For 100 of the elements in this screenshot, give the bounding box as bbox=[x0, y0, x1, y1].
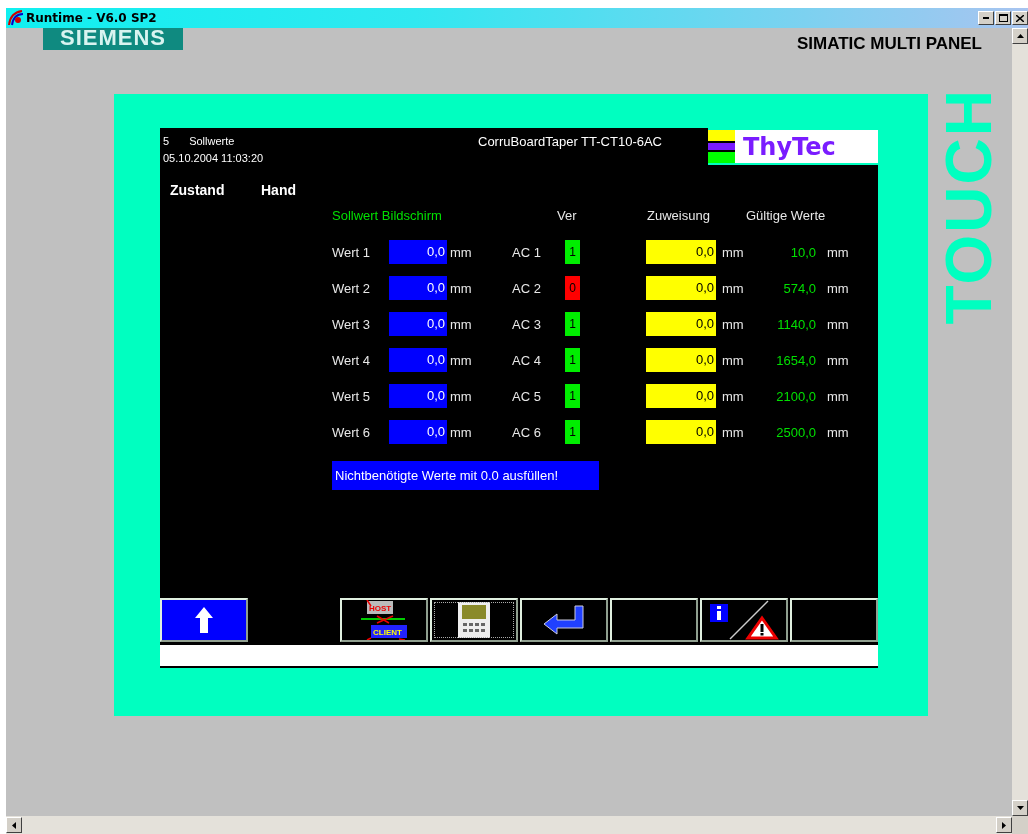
info-warning-button[interactable] bbox=[700, 598, 788, 642]
value-field[interactable]: 0,0 bbox=[389, 240, 447, 264]
value-field[interactable]: 0,0 bbox=[389, 348, 447, 372]
ac-label: AC 3 bbox=[512, 316, 542, 332]
scroll-right-button[interactable] bbox=[996, 817, 1012, 833]
minimize-button[interactable] bbox=[978, 11, 994, 25]
assignment-field[interactable]: 0,0 bbox=[646, 240, 716, 264]
app-icon bbox=[6, 10, 24, 26]
column-header: Gültige Werte bbox=[746, 208, 826, 223]
value-field[interactable]: 0,0 bbox=[389, 276, 447, 300]
scroll-left-button[interactable] bbox=[6, 817, 22, 833]
status-indicator: 1 bbox=[565, 384, 580, 408]
up-button[interactable] bbox=[160, 598, 248, 642]
window-title: Runtime - V6.0 SP2 bbox=[26, 11, 157, 25]
unit-label: mm bbox=[826, 352, 849, 368]
unit-label: mm bbox=[450, 352, 472, 368]
vertical-scrollbar[interactable] bbox=[1012, 28, 1028, 816]
status-indicator: 1 bbox=[565, 420, 580, 444]
valid-value: 10,0 bbox=[789, 244, 816, 260]
ac-label: AC 4 bbox=[512, 352, 542, 368]
value-label: Wert 1 bbox=[332, 244, 372, 260]
valid-value: 574,0 bbox=[782, 280, 816, 296]
valid-value: 2100,0 bbox=[775, 388, 816, 404]
valid-value: 1654,0 bbox=[775, 352, 816, 368]
assignment-field[interactable]: 0,0 bbox=[646, 420, 716, 444]
unit-label: mm bbox=[826, 316, 849, 332]
unit-label: mm bbox=[722, 352, 744, 368]
unit-label: mm bbox=[450, 388, 472, 404]
scrollbar-corner bbox=[1012, 816, 1028, 834]
value-field[interactable]: 0,0 bbox=[389, 420, 447, 444]
status-indicator: 0 bbox=[565, 276, 580, 300]
column-header: Sollwert Bildschirm bbox=[332, 208, 442, 223]
unit-label: mm bbox=[826, 244, 849, 260]
value-label: Wert 6 bbox=[332, 424, 372, 440]
panel-button[interactable] bbox=[430, 598, 518, 642]
column-header: Ver bbox=[557, 208, 577, 223]
assignment-field[interactable]: 0,0 bbox=[646, 348, 716, 372]
valid-value: 1140,0 bbox=[776, 316, 816, 332]
client-label: CLIENT bbox=[373, 628, 402, 637]
scroll-up-button[interactable] bbox=[1012, 28, 1028, 44]
operator-panel-icon bbox=[458, 602, 490, 638]
left-triangle-icon bbox=[12, 821, 16, 829]
column-header: Zuweisung bbox=[647, 208, 710, 223]
status-value: Hand bbox=[261, 183, 296, 197]
unit-label: mm bbox=[826, 424, 849, 440]
unit-label: mm bbox=[722, 424, 744, 440]
screen-name: Sollwerte bbox=[189, 134, 235, 149]
unit-label: mm bbox=[450, 424, 472, 440]
function-key[interactable] bbox=[790, 598, 878, 642]
unit-label: mm bbox=[722, 244, 744, 260]
value-label: Wert 3 bbox=[332, 316, 372, 332]
minimize-icon bbox=[983, 17, 989, 19]
brand-logo: SIEMENS bbox=[43, 28, 183, 50]
status-label: Zustand bbox=[170, 183, 226, 197]
value-label: Wert 4 bbox=[332, 352, 372, 368]
up-arrow-icon bbox=[195, 607, 213, 633]
function-key[interactable] bbox=[610, 598, 698, 642]
valid-value: 2500,0 bbox=[775, 424, 816, 440]
up-triangle-icon bbox=[1016, 34, 1024, 38]
hint-banner: Nichtbenötigte Werte mit 0.0 ausfüllen! bbox=[332, 461, 599, 490]
unit-label: mm bbox=[450, 244, 472, 260]
enter-arrow-icon bbox=[543, 605, 585, 635]
assignment-field[interactable]: 0,0 bbox=[646, 276, 716, 300]
scroll-down-button[interactable] bbox=[1012, 800, 1028, 816]
screen-number: 5 bbox=[163, 134, 170, 149]
side-label: TOUCH bbox=[942, 88, 996, 325]
maximize-icon bbox=[998, 14, 1008, 22]
unit-label: mm bbox=[826, 280, 849, 296]
unit-label: mm bbox=[450, 316, 472, 332]
value-field[interactable]: 0,0 bbox=[389, 384, 447, 408]
maximize-button[interactable] bbox=[995, 11, 1011, 25]
unit-label: mm bbox=[722, 316, 744, 332]
value-field[interactable]: 0,0 bbox=[389, 312, 447, 336]
unit-label: mm bbox=[826, 388, 849, 404]
assignment-field[interactable]: 0,0 bbox=[646, 312, 716, 336]
unit-label: mm bbox=[722, 388, 744, 404]
network-drawing bbox=[360, 600, 407, 640]
company-logo: ThyTec bbox=[735, 130, 878, 163]
host-client-button[interactable]: HOST CLIENT bbox=[340, 598, 428, 642]
horizontal-scrollbar[interactable] bbox=[6, 816, 1028, 834]
down-triangle-icon bbox=[1016, 806, 1024, 810]
assignment-field[interactable]: 0,0 bbox=[646, 384, 716, 408]
date-time: 05.10.2004 11:03:20 bbox=[163, 151, 265, 166]
ac-label: AC 1 bbox=[512, 244, 542, 260]
warning-icon bbox=[745, 615, 779, 640]
status-indicator: 1 bbox=[565, 348, 580, 372]
unit-label: mm bbox=[450, 280, 472, 296]
ac-label: AC 6 bbox=[512, 424, 542, 440]
right-triangle-icon bbox=[1002, 821, 1006, 829]
ac-label: AC 5 bbox=[512, 388, 542, 404]
status-indicator: 1 bbox=[565, 240, 580, 264]
close-button[interactable] bbox=[1012, 11, 1028, 25]
host-label: HOST bbox=[369, 604, 392, 613]
ac-label: AC 2 bbox=[512, 280, 542, 296]
enter-button[interactable] bbox=[520, 598, 608, 642]
machine-title: CorruBoardTaper TT-CT10-6AC bbox=[478, 134, 662, 149]
status-indicator: 1 bbox=[565, 312, 580, 336]
info-icon bbox=[710, 604, 728, 622]
close-icon bbox=[1016, 14, 1024, 22]
value-label: Wert 2 bbox=[332, 280, 372, 296]
